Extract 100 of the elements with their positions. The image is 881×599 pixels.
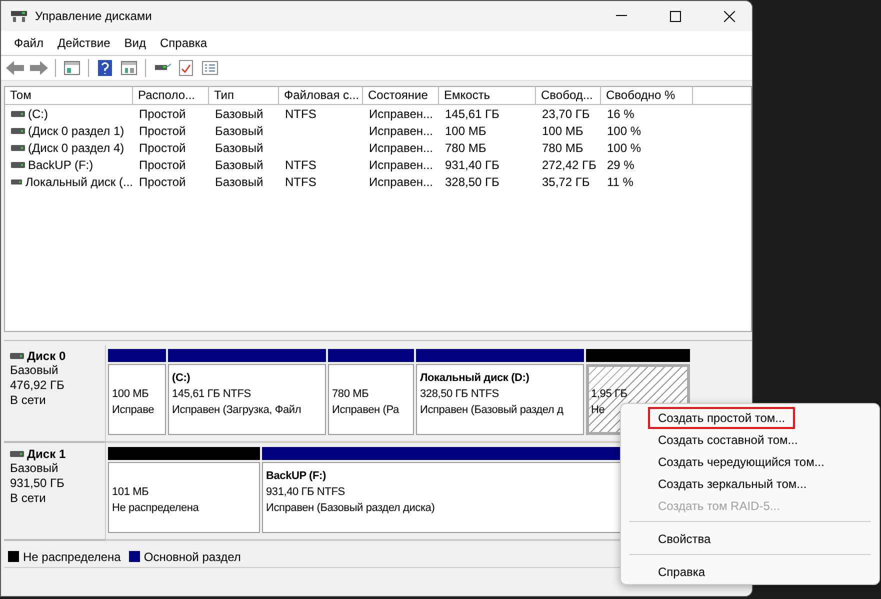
disk-size: 476,92 ГБ [10,378,66,393]
table-cell: 11 % [607,174,634,188]
table-cell: NTFS [285,174,316,188]
app-icon [11,9,27,23]
forward-icon[interactable] [29,58,49,78]
partition[interactable]: (C:) 145,61 ГБ NTFS Исправен (Загрузка, Файл [168,364,326,435]
panel-icon[interactable] [62,58,82,78]
menu-item[interactable]: Файл [7,36,51,50]
drive-icon [11,178,22,184]
partition-status: Исправе [112,404,154,416]
drive-icon [11,110,25,116]
drive-icon [11,162,25,168]
drive-icon [11,144,25,150]
partition-size: 328,50 ГБ NTFS [420,388,499,400]
column-header[interactable]: Файловая с... [279,87,363,105]
legend-label: Не распределена [23,550,121,564]
table-cell: Базовый [215,124,264,138]
partition-size: 100 МБ [112,388,149,400]
table-cell: Базовый [215,158,264,172]
disk-type: Базовый [10,363,60,378]
table-cell: Исправен... [369,124,434,138]
partition-size: 931,40 ГБ NTFS [266,486,345,498]
column-header[interactable]: Состояние [363,87,439,105]
panel-icon[interactable] [119,58,139,78]
table-cell: 145,61 ГБ [445,106,500,120]
table-cell: 23,70 ГБ [542,106,590,120]
table-cell: 100 МБ [542,124,584,138]
column-header[interactable]: Том [5,87,133,105]
table-cell: Базовый [215,106,264,120]
disk-type: Базовый [10,461,60,476]
table-cell: 35,72 ГБ [542,174,590,188]
table-cell: 931,40 ГБ [445,158,500,172]
table-cell: (Диск 0 раздел 1) [28,124,124,138]
partition-label: (C:) [172,372,190,384]
list-icon[interactable] [200,58,220,78]
checklist-icon[interactable] [176,58,196,78]
table-cell: Исправен... [369,106,434,120]
table-cell: 100 МБ [445,124,486,138]
disk-status: В сети [10,393,47,408]
partition-label: BackUP (F:) [266,470,326,482]
partition-status: Исправен (Загрузка, Файл [172,404,302,416]
table-cell: Базовый [215,174,264,188]
partition-status: Не распределена [112,502,199,514]
partition[interactable]: Локальный диск (D:) 328,50 ГБ NTFS Исправен (Базовый раздел д [416,364,584,435]
drive-icon [10,451,24,457]
partition-bar [108,349,166,362]
close-icon [724,10,734,22]
column-header[interactable]: Свобод... [536,87,601,105]
column-header[interactable]: Емкость [439,87,536,105]
table-cell: 780 МБ [542,140,584,154]
partition[interactable]: 100 МБ Исправе [108,364,166,435]
drive-icon [10,353,24,359]
column-header[interactable]: Тип [209,87,279,105]
menu-item[interactable]: Создать простой том... [648,407,796,429]
table-cell: 29 % [607,158,634,172]
table-cell: NTFS [285,158,316,172]
table-cell: 272,42 ГБ [542,158,596,172]
table-cell: 16 % [607,106,634,120]
partition[interactable]: 780 МБ Исправен (Ра [328,364,414,435]
partition-size: 145,61 ГБ NTFS [172,388,251,400]
table-cell: Базовый [215,140,264,154]
maximize-icon [670,10,680,22]
partition-size: 101 МБ [112,486,149,498]
table-cell: 100 % [607,140,642,154]
table-cell: Локальный диск (... [25,174,133,188]
table-cell: Исправен... [369,140,434,154]
menu-item[interactable]: Вид [117,36,153,50]
table-cell: BackUP (F:) [28,158,94,172]
window-title: Управление дисками [35,9,153,23]
column-header[interactable]: Располо... [133,87,209,105]
disk-name: Диск 1 [27,447,66,461]
help-icon[interactable] [95,58,115,78]
table-cell: Простой [139,124,186,138]
partition-size: 780 МБ [332,388,369,400]
partition-status: Не [591,404,605,416]
menu-item[interactable]: Действие [50,36,118,50]
table-cell: 780 МБ [445,140,486,154]
table-cell: 328,50 ГБ [445,174,500,188]
back-icon[interactable] [5,58,25,78]
table-cell: Исправен... [369,158,434,172]
partition-status: Исправен (Базовый раздел диска) [266,502,435,514]
menu-item[interactable]: Справка [153,36,214,50]
legend-label: Основной раздел [144,550,241,564]
drive-icon [11,128,25,134]
disk-name: Диск 0 [27,349,66,363]
disk-status: В сети [10,491,47,506]
table-cell: Простой [139,106,186,120]
disk-size: 931,50 ГБ [10,476,66,491]
partition-status: Исправен (Базовый раздел д [420,404,564,416]
table-cell: (Диск 0 раздел 4) [28,140,124,154]
minimize-icon [616,15,626,17]
table-cell: Простой [139,158,186,172]
menu-item[interactable]: Справка [648,561,716,583]
table-cell: Исправен... [369,174,434,188]
table-cell: NTFS [285,106,316,120]
partition-label: Локальный диск (D:) [420,372,530,384]
partition-status: Исправен (Ра [332,404,399,416]
column-header[interactable]: Свободно % [601,87,693,105]
table-cell: Простой [139,174,186,188]
partition[interactable]: 101 МБ Не распределена [108,462,260,533]
